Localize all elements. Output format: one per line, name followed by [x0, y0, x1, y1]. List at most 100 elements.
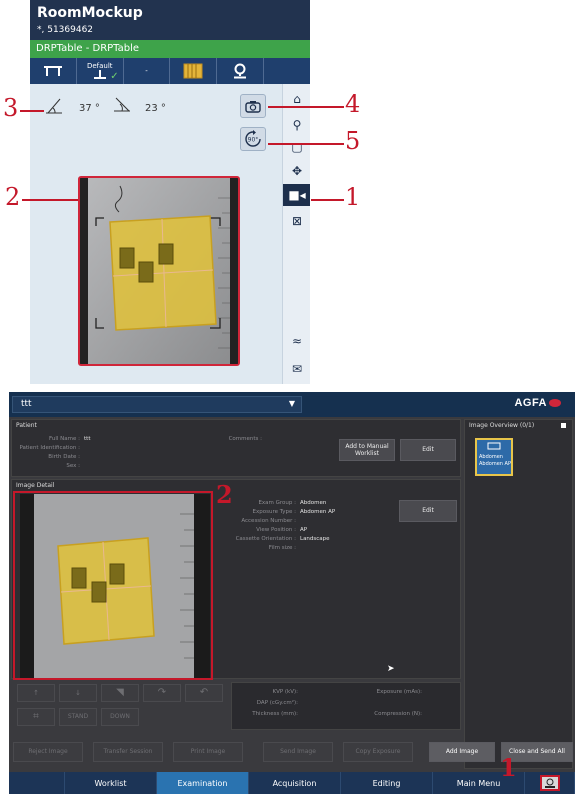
detector-icon	[183, 63, 203, 79]
accession-label: Accession Number :	[241, 518, 296, 524]
video-camera-icon: ■◂	[288, 188, 306, 202]
patient-panel: Patient Full Name : ttt Patient Identifi…	[11, 419, 461, 477]
notification-button[interactable]: ✉	[283, 358, 310, 380]
exam-group-label: Exam Group :	[258, 500, 296, 506]
home-icon: ⌂	[293, 92, 301, 106]
tube-position-button[interactable]: ⚲	[283, 114, 310, 136]
patient-title: Patient	[16, 422, 37, 429]
grid-off-button[interactable]: ⊠	[283, 210, 310, 232]
tool-button-2[interactable]: ↓	[59, 684, 97, 702]
image-overview-title: Image Overview (0/1)	[469, 422, 535, 429]
view-position-value: AP	[300, 527, 308, 533]
rotate-90-button[interactable]: 90°	[240, 127, 266, 151]
copy-exposure-button[interactable]: Copy Exposure	[343, 742, 413, 762]
default-button[interactable]: Default ✓	[77, 58, 124, 84]
move-icon: ✥	[291, 164, 303, 178]
tilt-angle-icon	[46, 98, 62, 114]
location-button[interactable]	[217, 58, 265, 84]
camera-preview[interactable]	[78, 176, 240, 366]
table-icon	[43, 66, 62, 76]
reject-image-button[interactable]: Reject Image	[13, 742, 83, 762]
app-subtitle: *, 51369462	[37, 25, 94, 35]
thumbnail-icon	[487, 442, 501, 450]
rotate-90-icon: 90°	[245, 130, 261, 147]
detector-button[interactable]	[170, 58, 218, 84]
chevron-down-icon: ▼	[288, 399, 295, 408]
crop-button[interactable]: ⌗	[17, 708, 55, 726]
right-sidebar: ⌂ ⚲ ▢ ✥ ■◂ ⊠ ≈ ✉	[282, 84, 310, 384]
move-button[interactable]: ✥	[283, 160, 310, 182]
comments-label: Comments :	[228, 436, 262, 442]
sex-label: Sex :	[66, 463, 80, 469]
location-icon: ⚲	[292, 118, 302, 132]
tool-button-3[interactable]: ◥	[101, 684, 139, 702]
add-to-worklist-button[interactable]: Add to Manual Worklist	[339, 439, 395, 461]
annotation-1-line	[311, 199, 344, 201]
birth-date-label: Birth Date :	[48, 454, 80, 460]
crop-icon: ⌗	[33, 711, 39, 722]
annotation-1: 1	[345, 183, 361, 211]
overview-checkbox[interactable]	[561, 423, 566, 428]
patient-select[interactable]: ttt ▼	[12, 396, 302, 413]
add-image-button[interactable]: Add Image	[429, 742, 495, 762]
collimator-button[interactable]: ▢	[283, 136, 310, 158]
image-edit-button[interactable]: Edit	[399, 500, 457, 522]
title-bar: RoomMockup *, 51369462	[30, 0, 310, 40]
annotation-3-line	[20, 110, 44, 112]
room-mockup-panel: RoomMockup *, 51369462 DRPTable - DRPTab…	[30, 0, 310, 384]
send-image-button[interactable]: Send Image	[263, 742, 333, 762]
rotate-left-button[interactable]: ↶	[185, 684, 223, 702]
image-detail-title: Image Detail	[16, 482, 55, 489]
dash-label: -	[145, 67, 148, 75]
thumb-line2: Abdomen AP	[479, 461, 511, 467]
default-label: Default	[86, 62, 113, 70]
rotation-angle-icon	[114, 97, 130, 112]
down-button[interactable]: DOWN	[101, 708, 139, 726]
patient-id-label: Patient Identification :	[19, 445, 80, 451]
toolbar-empty-cell	[264, 58, 310, 84]
tab-examination[interactable]: Examination	[157, 772, 249, 794]
kvp-label: KVP (kV):	[272, 689, 298, 695]
tab-editing[interactable]: Editing	[341, 772, 433, 794]
camera-feed-image	[80, 178, 238, 364]
undo-icon: ↶	[199, 687, 209, 698]
check-icon: ✓	[110, 71, 119, 82]
agfa-logo: AGFA	[514, 397, 561, 409]
tab-acquisition[interactable]: Acquisition	[249, 772, 341, 794]
toolbar: Default ✓ -	[30, 58, 310, 84]
camera-view-button[interactable]: ■◂	[283, 184, 310, 206]
annotation-4: 4	[345, 90, 361, 118]
svg-text:90°: 90°	[248, 137, 259, 144]
exposure-type-label: Exposure Type :	[252, 509, 296, 515]
tool-button-1[interactable]: ↑	[17, 684, 55, 702]
image-thumbnail[interactable]: Abdomen Abdomen AP	[475, 438, 513, 476]
thumb-line1: Abdomen	[479, 454, 503, 460]
cassette-orientation-value: Landscape	[300, 536, 330, 542]
rotate-right-button[interactable]: ↷	[143, 684, 181, 702]
annotation-1-bottom: 1	[500, 753, 517, 782]
dash-button[interactable]: -	[124, 58, 171, 84]
redo-icon: ↷	[157, 687, 167, 698]
mouse-cursor-icon: ➤	[387, 664, 395, 674]
full-name-value: ttt	[84, 436, 91, 442]
tab-worklist[interactable]: Worklist	[65, 772, 157, 794]
stand-button[interactable]: STAND	[59, 708, 97, 726]
location-pin-icon	[234, 63, 247, 79]
patient-edit-button[interactable]: Edit	[400, 439, 456, 461]
image-overview-panel: Image Overview (0/1) Abdomen Abdomen AP	[464, 419, 573, 769]
annotation-box-2	[13, 491, 213, 680]
header-bar: ttt ▼ AGFA	[9, 392, 575, 417]
exposure-mas-label: Exposure (mAs):	[376, 689, 422, 695]
snapshot-button[interactable]	[240, 94, 266, 118]
exposure-type-value: Abdomen AP	[300, 509, 336, 515]
room-mockup-button[interactable]	[525, 772, 575, 794]
message-icon: ✉	[291, 362, 303, 376]
breath-button[interactable]: ≈	[283, 330, 310, 352]
exam-group-value: Abdomen	[300, 500, 327, 506]
table-button[interactable]	[30, 58, 77, 84]
grid-off-icon: ⊠	[291, 214, 303, 228]
print-image-button[interactable]: Print Image	[173, 742, 243, 762]
compression-label: Compression (N):	[374, 711, 422, 717]
room-mockup-icon	[539, 775, 560, 791]
transfer-session-button[interactable]: Transfer Session	[93, 742, 163, 762]
